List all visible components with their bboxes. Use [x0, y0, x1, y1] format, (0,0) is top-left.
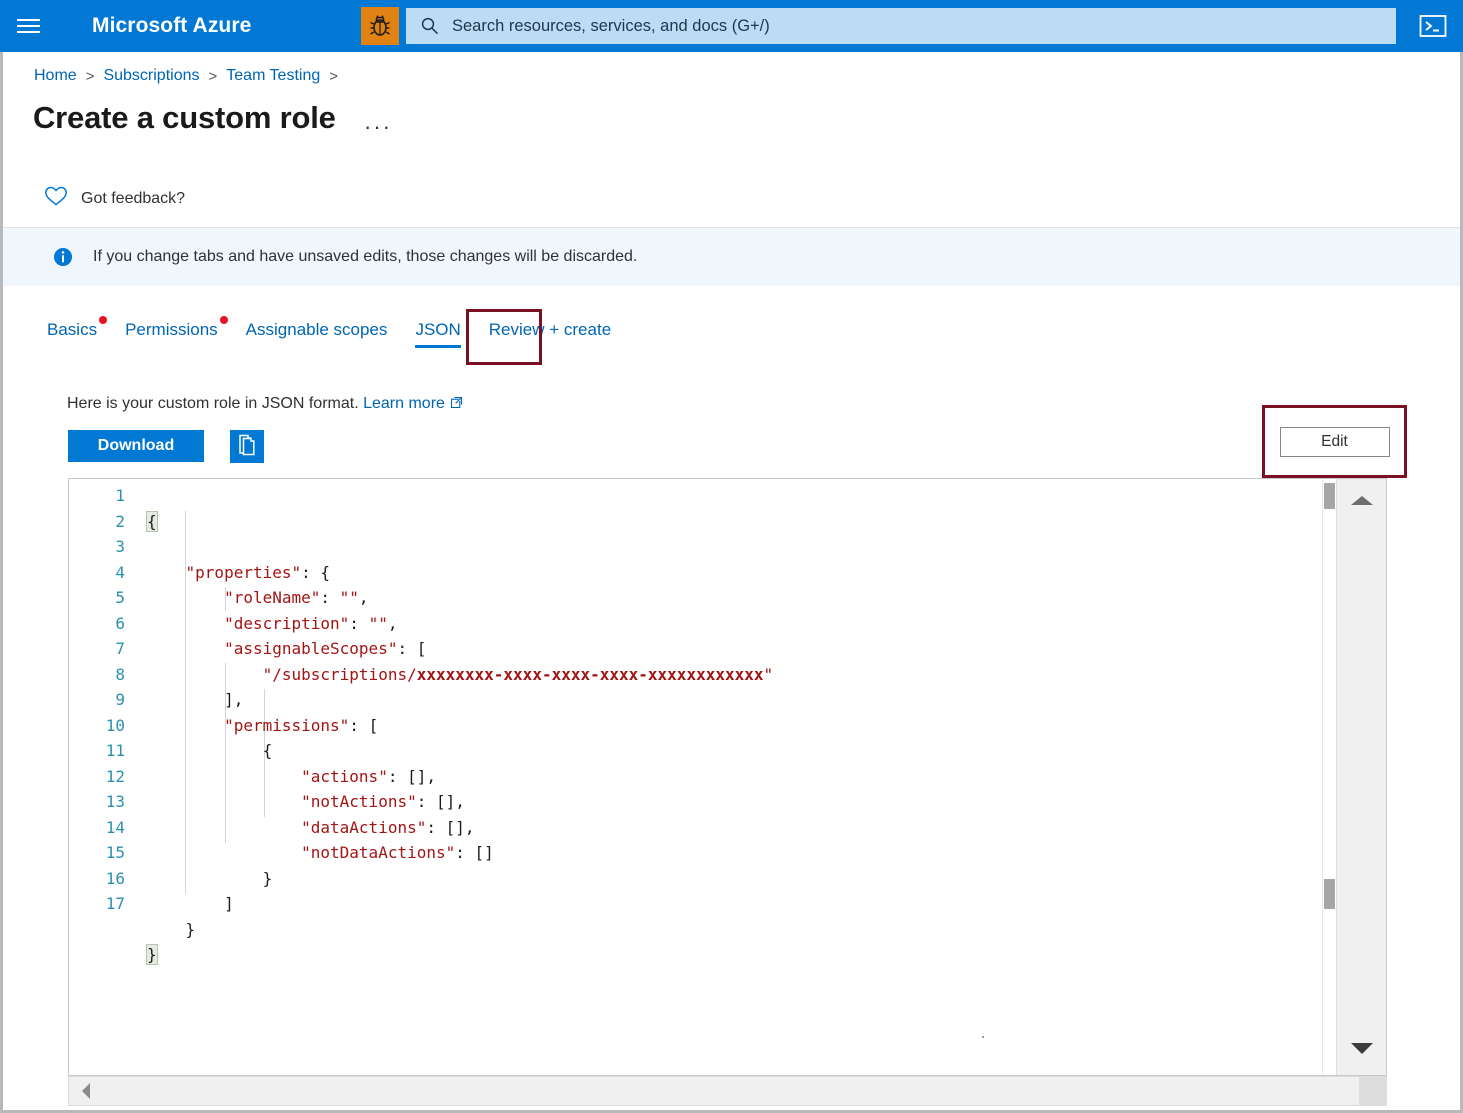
line-number: 11 [105, 741, 125, 760]
overview-ruler-mark [1324, 483, 1335, 509]
tab-basics[interactable]: Basics [33, 314, 111, 352]
json-code-editor[interactable]: 1 2 3 4 5 6 7 8 9 10 11 12 13 14 15 16 1… [68, 478, 1387, 1076]
line-number: 3 [115, 537, 125, 556]
editor-vertical-scrollbar[interactable] [1336, 479, 1386, 1075]
search-placeholder-text: Search resources, services, and docs (G+… [452, 16, 770, 35]
info-icon [53, 247, 73, 267]
tab-permissions-label: Permissions [125, 320, 218, 339]
edit-button[interactable]: Edit [1279, 426, 1390, 457]
line-number: 5 [115, 588, 125, 607]
json-format-hint-text: Here is your custom role in JSON format. [67, 395, 359, 412]
line-number: 1 [115, 486, 125, 505]
heart-icon [44, 185, 68, 212]
copy-button[interactable] [230, 430, 264, 463]
tab-basics-label: Basics [47, 320, 98, 339]
breadcrumb-item-subscriptions[interactable]: Subscriptions [103, 67, 199, 85]
line-number: 14 [105, 817, 125, 837]
tab-review-create[interactable]: Review + create [475, 314, 625, 352]
search-icon [420, 16, 440, 36]
tab-json[interactable]: JSON [401, 314, 474, 352]
edit-button-highlight-box: Edit [1262, 405, 1407, 478]
got-feedback-label: Got feedback? [81, 189, 186, 207]
wizard-tabs: Basics Permissions Assignable scopes JSO… [33, 314, 625, 352]
copy-icon [237, 434, 258, 459]
line-number: 4 [115, 562, 125, 582]
overview-ruler-mark [1324, 879, 1335, 909]
tab-assignable-scopes-label: Assignable scopes [245, 320, 388, 339]
info-banner: If you change tabs and have unsaved edit… [3, 227, 1460, 286]
json-format-hint: Here is your custom role in JSON format.… [67, 395, 463, 414]
line-number: 8 [115, 664, 125, 684]
editor-source-code: { "properties": { "roleName": "", "descr… [146, 510, 774, 965]
bug-icon[interactable] [361, 7, 399, 45]
line-number: 17 [105, 894, 125, 913]
line-number: 15 [105, 843, 125, 862]
azure-brand-title[interactable]: Microsoft Azure [92, 14, 251, 38]
scroll-left-arrow-icon[interactable] [69, 1077, 103, 1105]
line-number: 10 [105, 715, 125, 735]
global-search-box[interactable]: Search resources, services, and docs (G+… [406, 8, 1396, 44]
bracket-match-open: { [146, 510, 158, 532]
azure-top-bar: Microsoft Azure Search resources, servic… [0, 0, 1463, 52]
line-number: 7 [115, 639, 125, 658]
blade-page: Home > Subscriptions > Team Testing > Cr… [0, 52, 1463, 1113]
breadcrumb-item-home[interactable]: Home [34, 67, 77, 85]
breadcrumb: Home > Subscriptions > Team Testing > [34, 67, 347, 85]
editor-horizontal-scrollbar[interactable] [68, 1076, 1387, 1106]
tab-basics-required-dot [99, 316, 108, 324]
tab-json-label: JSON [415, 320, 461, 339]
download-button[interactable]: Download [68, 430, 204, 462]
breadcrumb-separator: > [85, 67, 95, 85]
external-link-icon [450, 396, 463, 414]
learn-more-link[interactable]: Learn more [363, 395, 445, 412]
scroll-up-arrow-icon[interactable] [1337, 483, 1386, 517]
tab-review-create-label: Review + create [488, 320, 612, 339]
editor-line-number-gutter: 1 2 3 4 5 6 7 8 9 10 11 12 13 14 15 16 1… [69, 479, 137, 1075]
editor-overview-ruler[interactable] [1322, 479, 1336, 1075]
got-feedback-link[interactable]: Got feedback? [44, 185, 185, 212]
scroll-down-arrow-icon[interactable] [1337, 1031, 1386, 1065]
breadcrumb-item-team-testing[interactable]: Team Testing [226, 67, 320, 85]
line-number: 2 [115, 511, 125, 531]
scrollbar-corner [1359, 1076, 1387, 1106]
bracket-match-close: } [146, 944, 158, 965]
tab-json-active-underline [415, 345, 461, 348]
line-number: 13 [105, 792, 125, 811]
info-banner-message: If you change tabs and have unsaved edit… [93, 248, 638, 265]
cloud-shell-icon[interactable] [1415, 8, 1451, 44]
breadcrumb-separator: > [208, 67, 218, 85]
breadcrumb-separator: > [329, 67, 339, 85]
line-number: 12 [105, 766, 125, 786]
more-actions-button[interactable]: ··· [364, 114, 392, 140]
hamburger-menu-icon[interactable] [0, 0, 56, 52]
line-number: 6 [115, 613, 125, 633]
tab-assignable-scopes[interactable]: Assignable scopes [232, 314, 402, 352]
page-title: Create a custom role [33, 100, 336, 135]
subscription-id-placeholder: xxxxxxxx-xxxx-xxxx-xxxx-xxxxxxxxxxxx [416, 664, 764, 684]
line-number: 16 [105, 868, 125, 888]
line-number: 9 [115, 690, 125, 709]
editor-stray-pixel [982, 1036, 984, 1038]
editor-code-area[interactable]: { "properties": { "roleName": "", "descr… [137, 479, 1386, 1075]
tab-permissions[interactable]: Permissions [111, 314, 232, 352]
tab-permissions-required-dot [219, 316, 228, 324]
